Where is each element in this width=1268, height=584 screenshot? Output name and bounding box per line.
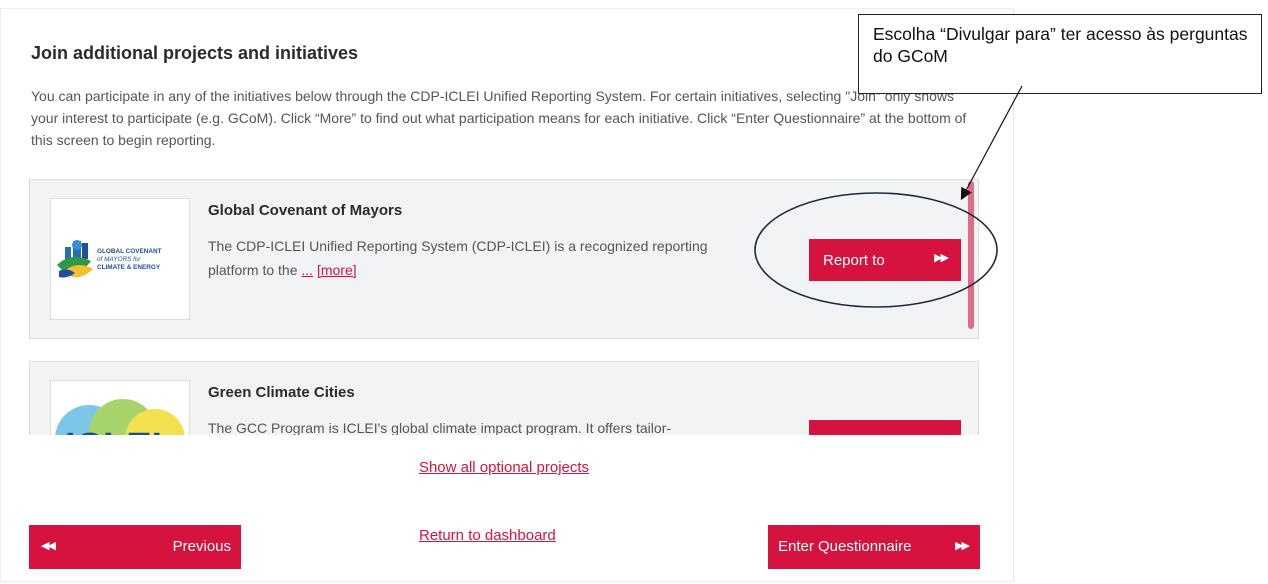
previous-label: Previous [172, 538, 231, 555]
double-chevron-left-icon: ◀◀ [41, 540, 56, 552]
gcom-logo-graphic: GLOBAL COVENANT of MAYORS for CLIMATE & … [57, 240, 162, 278]
gcom-logo-line-3: CLIMATE & ENERGY [97, 264, 161, 271]
initiative-description-text: The GCC Program is ICLEI's global climat… [208, 420, 672, 435]
initiatives-list[interactable]: GLOBAL COVENANT of MAYORS for CLIMATE & … [29, 179, 979, 435]
initiative-description: The GCC Program is ICLEI's global climat… [208, 416, 748, 435]
return-to-dashboard-link[interactable]: Return to dashboard [419, 527, 556, 544]
section-heading: Join additional projects and initiatives [31, 43, 359, 63]
iclei-logo: ICLEI [50, 380, 190, 435]
double-chevron-right-icon: ▶▶ [934, 252, 949, 264]
gcom-logo-line-1: GLOBAL COVENANT [97, 248, 162, 255]
initiative-title: Green Climate Cities [208, 384, 355, 401]
initiative-description: The CDP-ICLEI Unified Reporting System (… [208, 234, 748, 282]
annotation-callout: Escolha “Divulgar para” ter acesso às pe… [858, 14, 1262, 94]
enter-questionnaire-label: Enter Questionnaire [778, 538, 912, 555]
more-link[interactable]: [more] [317, 262, 357, 278]
initiative-description-text: The CDP-ICLEI Unified Reporting System (… [208, 238, 708, 278]
list-scrollbar[interactable] [968, 181, 974, 329]
report-to-button[interactable]: Report to ▶▶ [809, 239, 961, 281]
section-intro: You can participate in any of the initia… [31, 88, 967, 148]
previous-button[interactable]: ◀◀ Previous [29, 525, 241, 569]
initiative-title: Global Covenant of Mayors [208, 202, 403, 219]
iclei-logo-graphic: ICLEI [55, 399, 185, 435]
reporting-panel: Join additional projects and initiatives… [0, 8, 1014, 582]
initiative-card-gcc: ICLEI Green Climate Cities The GCC Progr… [29, 361, 979, 435]
gcom-logo-line-2: of MAYORS for [97, 256, 141, 263]
iclei-logo-text: ICLEI [65, 426, 162, 435]
double-chevron-right-icon: ▶▶ [955, 540, 970, 552]
enter-questionnaire-button[interactable]: Enter Questionnaire ▶▶ [768, 525, 980, 569]
report-to-button[interactable] [809, 420, 961, 435]
report-to-label: Report to [823, 251, 885, 269]
ellipsis-link[interactable]: ... [301, 262, 313, 278]
initiative-card-gcom: GLOBAL COVENANT of MAYORS for CLIMATE & … [29, 179, 979, 339]
show-all-projects-link[interactable]: Show all optional projects [1, 459, 1007, 476]
gcom-logo: GLOBAL COVENANT of MAYORS for CLIMATE & … [50, 198, 190, 320]
